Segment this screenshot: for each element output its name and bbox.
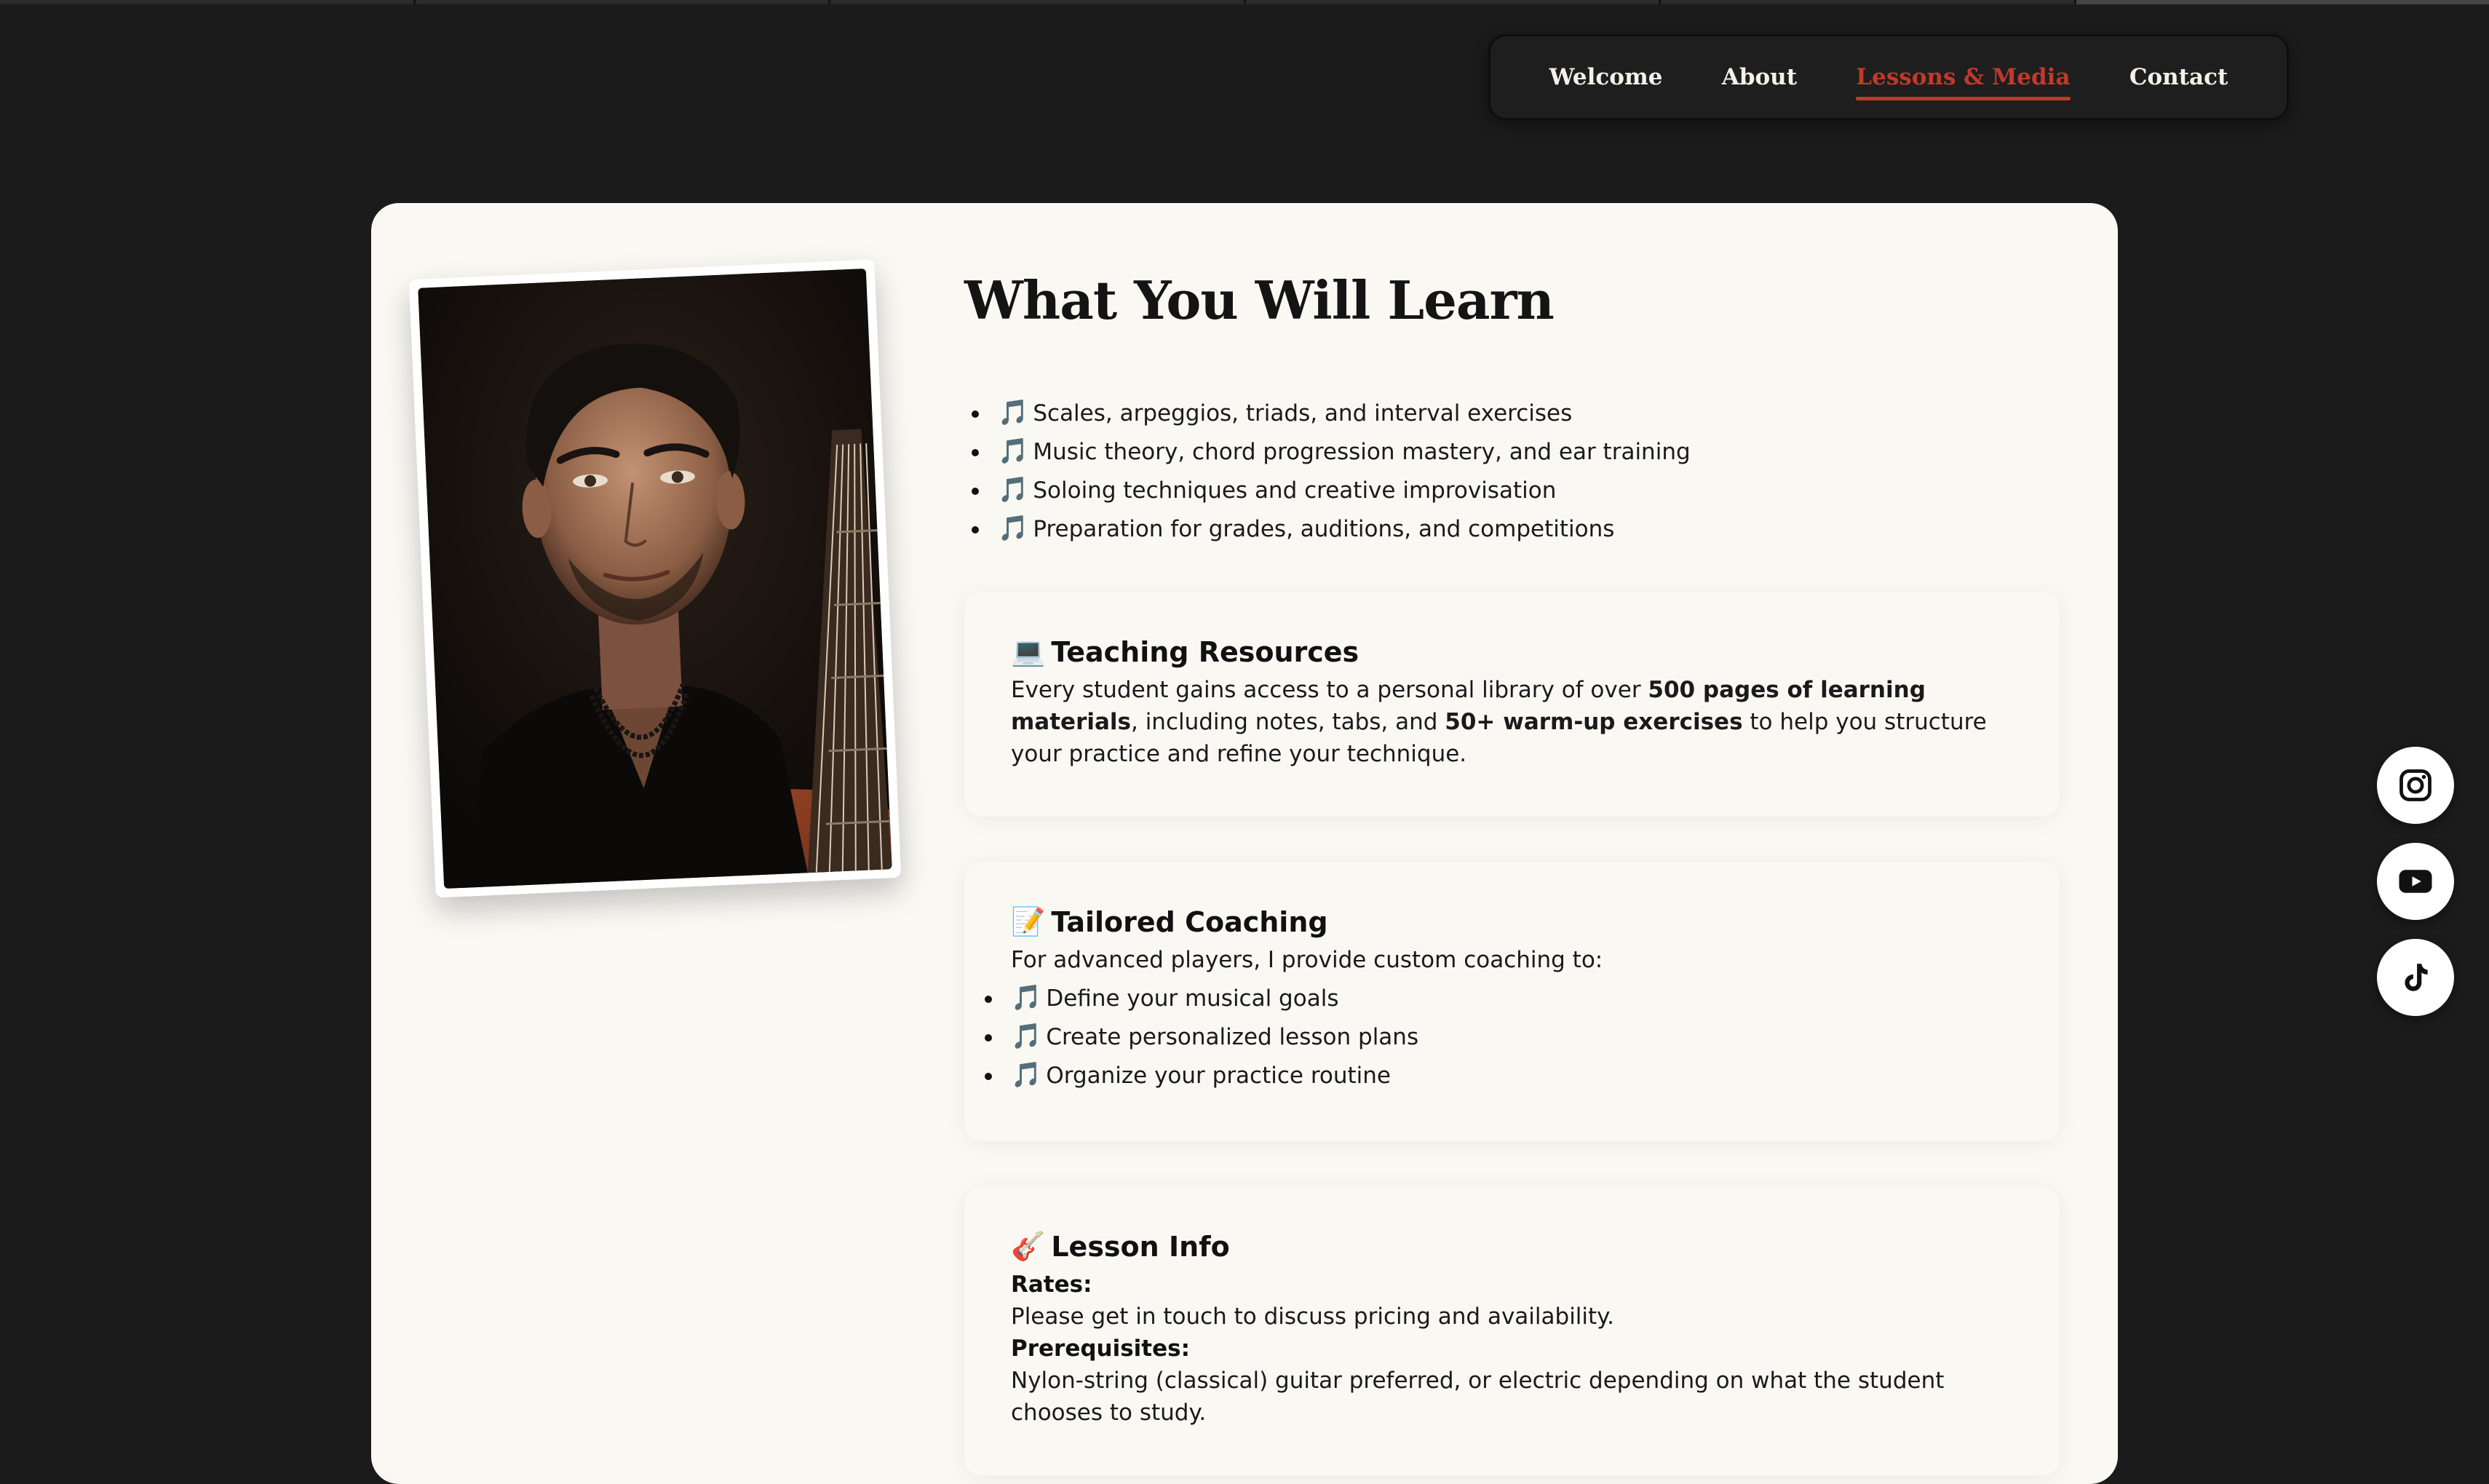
music-note-icon: 🎵 xyxy=(1011,979,1041,1017)
strip-segment xyxy=(1246,0,1662,4)
lesson-info-title: 🎸 Lesson Info xyxy=(1011,1230,2013,1263)
music-note-icon: 🎵 xyxy=(998,394,1028,432)
nav-about[interactable]: About xyxy=(1722,58,1797,96)
list-item: 🎵Scales, arpeggios, triads, and interval… xyxy=(998,394,2060,432)
top-progress-strip xyxy=(0,0,2489,4)
list-item-text: Music theory, chord progression mastery,… xyxy=(1033,439,1690,465)
nav-contact[interactable]: Contact xyxy=(2129,58,2228,96)
nav-welcome[interactable]: Welcome xyxy=(1549,58,1663,96)
text-part: , including notes, tabs, and xyxy=(1131,709,1445,735)
instagram-icon xyxy=(2397,766,2434,804)
list-item: 🎵Music theory, chord progression mastery… xyxy=(998,432,2060,471)
rates-label: Rates: xyxy=(1011,1269,2013,1301)
music-note-icon: 🎵 xyxy=(998,471,1028,509)
list-item-text: Define your musical goals xyxy=(1046,985,1338,1012)
list-item: 🎵Soloing techniques and creative improvi… xyxy=(998,471,2060,509)
portrait-image xyxy=(418,269,892,889)
page-heading: What You Will Learn xyxy=(964,269,2060,331)
text-part: Every student gains access to a personal… xyxy=(1011,677,1648,703)
list-item: 🎵Define your musical goals xyxy=(1011,979,2013,1017)
lessons-content: What You Will Learn 🎵Scales, arpeggios, … xyxy=(964,269,2060,1475)
lesson-info-box: 🎸 Lesson Info Rates: Please get in touch… xyxy=(964,1186,2060,1475)
portrait-photo xyxy=(409,259,901,897)
nav-lessons-media[interactable]: Lessons & Media xyxy=(1856,58,2070,96)
list-item-text: Create personalized lesson plans xyxy=(1046,1024,1418,1050)
rates-text: Please get in touch to discuss pricing a… xyxy=(1011,1301,2013,1333)
coaching-intro: For advanced players, I provide custom c… xyxy=(1011,944,2013,976)
bold-text: 50+ warm-up exercises xyxy=(1445,709,1742,735)
laptop-icon: 💻 xyxy=(1011,635,1045,668)
list-item-text: Organize your practice routine xyxy=(1046,1063,1391,1089)
music-note-icon: 🎵 xyxy=(998,509,1028,547)
list-item: 🎵Organize your practice routine xyxy=(1011,1056,2013,1095)
strip-segment xyxy=(830,0,1246,4)
box-title-text: Lesson Info xyxy=(1051,1231,1229,1263)
list-item: 🎵Preparation for grades, auditions, and … xyxy=(998,509,2060,548)
list-item-text: Preparation for grades, auditions, and c… xyxy=(1033,516,1614,542)
teaching-resources-text: Every student gains access to a personal… xyxy=(1011,674,2013,770)
music-note-icon: 🎵 xyxy=(998,432,1028,470)
youtube-button[interactable] xyxy=(2377,843,2454,920)
instagram-button[interactable] xyxy=(2377,747,2454,824)
coaching-list: 🎵Define your musical goals 🎵Create perso… xyxy=(1011,979,2013,1095)
learn-list: 🎵Scales, arpeggios, triads, and interval… xyxy=(964,394,2060,548)
memo-icon: 📝 xyxy=(1011,905,1045,938)
strip-segment xyxy=(2076,0,2489,4)
prerequisites-label: Prerequisites: xyxy=(1011,1333,2013,1365)
box-title-text: Teaching Resources xyxy=(1051,636,1359,668)
teaching-resources-title: 💻 Teaching Resources xyxy=(1011,635,2013,668)
tailored-coaching-title: 📝 Tailored Coaching xyxy=(1011,905,2013,938)
guitar-icon: 🎸 xyxy=(1011,1230,1045,1263)
music-note-icon: 🎵 xyxy=(1011,1056,1041,1094)
list-item-text: Soloing techniques and creative improvis… xyxy=(1033,477,1556,504)
strip-segment xyxy=(416,0,831,4)
list-item: 🎵Create personalized lesson plans xyxy=(1011,1017,2013,1056)
music-note-icon: 🎵 xyxy=(1011,1017,1041,1055)
tailored-coaching-box: 📝 Tailored Coaching For advanced players… xyxy=(964,862,2060,1141)
tiktok-icon xyxy=(2397,959,2434,996)
youtube-icon xyxy=(2396,862,2435,901)
tiktok-button[interactable] xyxy=(2377,939,2454,1016)
list-item-text: Scales, arpeggios, triads, and interval … xyxy=(1033,400,1572,426)
main-nav: Welcome About Lessons & Media Contact xyxy=(1488,34,2289,120)
box-title-text: Tailored Coaching xyxy=(1051,906,1327,938)
strip-segment xyxy=(1661,0,2076,4)
strip-segment xyxy=(0,0,416,4)
teaching-resources-box: 💻 Teaching Resources Every student gains… xyxy=(964,592,2060,817)
prerequisites-text: Nylon-string (classical) guitar preferre… xyxy=(1011,1365,2013,1429)
